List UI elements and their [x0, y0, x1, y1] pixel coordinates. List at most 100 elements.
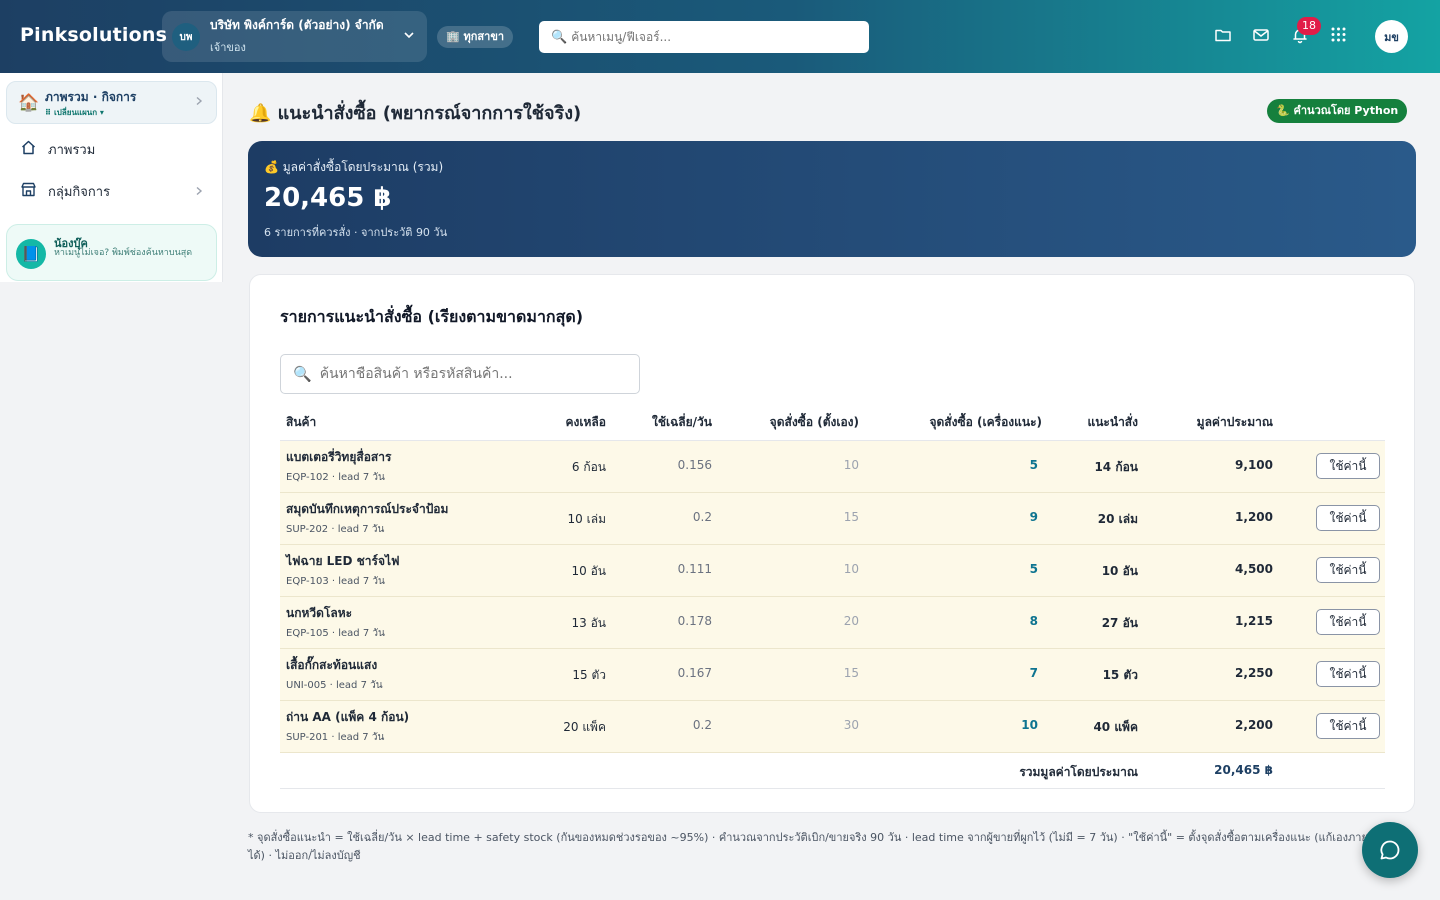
total-value: 20,465 ฿	[1214, 763, 1273, 777]
total-row: รวมมูลค่าโดยประมาณ 20,465 ฿	[280, 753, 1385, 789]
use-value-button[interactable]: ใช้ค่านี้	[1316, 661, 1380, 687]
table-title: รายการแนะนำสั่งซื้อ (เรียงตามขาดมากสุด)	[280, 307, 584, 326]
daily-usage-cell: 0.111	[677, 562, 712, 576]
notification-badge: 18	[1297, 17, 1321, 35]
use-value-button[interactable]: ใช้ค่านี้	[1316, 505, 1380, 531]
header-auto-reorder: จุดสั่งซื้อ (เครื่องแนะ)	[929, 415, 1042, 429]
suggested-qty-cell: 27 อัน	[1101, 616, 1138, 630]
sidebar-item-label: ภาพรวม	[48, 143, 96, 158]
table-row: สมุดบันทึกเหตุการณ์ประจำป้อม SUP-202 · le…	[280, 493, 1385, 545]
summary-card: 💰 มูลค่าสั่งซื้อโดยประมาณ (รวม) 20,465 ฿…	[248, 141, 1416, 257]
chat-icon	[1380, 840, 1400, 860]
product-sku: EQP-105 · lead 7 วัน	[286, 628, 385, 639]
global-search-input[interactable]	[571, 30, 862, 44]
folder-icon[interactable]	[1214, 26, 1232, 48]
total-label: รวมมูลค่าโดยประมาณ	[1019, 765, 1138, 779]
page-title: 🔔 แนะนำสั่งซื้อ (พยากรณ์จากการใช้จริง)	[249, 103, 582, 124]
stock-cell: 20 แพ็ค	[563, 720, 606, 734]
global-search[interactable]: 🔍	[539, 21, 869, 53]
company-switcher[interactable]: บพ บริษัท พิงค์การ์ด (ตัวอย่าง) จำกัด เจ…	[162, 11, 427, 62]
product-name: เสื้อกั๊กสะท้อนแสง	[286, 658, 378, 672]
suggested-qty-cell: 20 เล่ม	[1097, 512, 1138, 526]
header-product: สินค้า	[286, 415, 317, 429]
apps-grid-icon[interactable]	[1330, 26, 1347, 47]
department-switcher[interactable]: 🏠 ภาพรวม · กิจการ ⠿ เปลี่ยนแผนก ▾	[6, 81, 217, 124]
table-row: ถ่าน AA (แพ็ค 4 ก้อน) SUP-201 · lead 7 วั…	[280, 701, 1385, 753]
use-value-button[interactable]: ใช้ค่านี้	[1316, 609, 1380, 635]
brand-logo[interactable]: Pinksolutions	[20, 24, 167, 46]
manual-reorder-cell: 15	[843, 666, 859, 680]
auto-reorder-cell: 5	[1029, 458, 1038, 472]
product-search-input[interactable]	[319, 366, 620, 382]
product-sku: EQP-102 · lead 7 วัน	[286, 472, 385, 483]
suggested-qty-cell: 40 แพ็ค	[1093, 720, 1138, 734]
estimated-value-cell: 1,215	[1235, 614, 1273, 628]
product-name: สมุดบันทึกเหตุการณ์ประจำป้อม	[286, 502, 449, 516]
user-avatar[interactable]: มข	[1375, 20, 1408, 53]
product-sku: EQP-103 · lead 7 วัน	[286, 576, 385, 587]
table-row: นกหวีดโลหะ EQP-105 · lead 7 วัน 13 อัน 0.17…	[280, 597, 1385, 649]
search-icon: 🔍	[293, 365, 312, 383]
daily-usage-cell: 0.2	[692, 718, 712, 732]
house-icon: 🏠	[18, 93, 40, 113]
company-avatar: บพ	[172, 23, 200, 51]
company-name: บริษัท พิงค์การ์ด (ตัวอย่าง) จำกัด	[210, 18, 384, 32]
sidebar-item-label: กลุ่มกิจการ	[48, 185, 111, 200]
home-icon	[20, 139, 38, 160]
assistant-helper[interactable]: 📘 น้องบุ๊ค หาเมนูไม่เจอ? พิมพ์ช่องค้นหาบ…	[6, 224, 217, 281]
manual-reorder-cell: 30	[843, 718, 859, 732]
header-stock: คงเหลือ	[565, 415, 606, 429]
table-header: สินค้า คงเหลือ ใช้เฉลี่ย/วัน จุดสั่งซื้อ…	[280, 409, 1385, 441]
product-name: นกหวีดโลหะ	[286, 606, 353, 620]
product-name: ถ่าน AA (แพ็ค 4 ก้อน)	[286, 710, 410, 724]
daily-usage-cell: 0.156	[677, 458, 712, 472]
table-row: เสื้อกั๊กสะท้อนแสง UNI-005 · lead 7 วัน 15…	[280, 649, 1385, 701]
suggested-qty-cell: 15 ตัว	[1102, 668, 1138, 682]
summary-amount: 20,465 ฿	[264, 183, 392, 213]
product-search[interactable]: 🔍	[280, 354, 640, 394]
chat-button[interactable]	[1362, 822, 1418, 878]
auto-reorder-cell: 9	[1029, 510, 1038, 524]
header-manual-reorder: จุดสั่งซื้อ (ตั้งเอง)	[769, 415, 859, 429]
manual-reorder-cell: 15	[843, 510, 859, 524]
sidebar-item-overview[interactable]: ภาพรวม	[20, 139, 95, 160]
estimated-value-cell: 1,200	[1235, 510, 1273, 524]
estimated-value-cell: 4,500	[1235, 562, 1273, 576]
sidebar-item-business-group[interactable]: กลุ่มกิจการ	[20, 181, 203, 202]
use-value-button[interactable]: ใช้ค่านี้	[1316, 713, 1380, 739]
chevron-right-icon	[194, 95, 204, 109]
estimated-value-cell: 2,250	[1235, 666, 1273, 680]
stock-cell: 6 ก้อน	[571, 460, 606, 474]
stock-cell: 10 อัน	[571, 564, 607, 578]
branch-selector[interactable]: 🏢 ทุกสาขา	[437, 26, 514, 48]
stock-cell: 13 อัน	[571, 616, 607, 630]
table-row: ไฟฉาย LED ชาร์จไฟ EQP-103 · lead 7 วัน 10 …	[280, 545, 1385, 597]
daily-usage-cell: 0.167	[677, 666, 712, 680]
python-badge: 🐍 คำนวณโดย Python	[1267, 99, 1408, 123]
summary-label: 💰 มูลค่าสั่งซื้อโดยประมาณ (รวม)	[264, 160, 444, 174]
sidebar: 🏠 ภาพรวม · กิจการ ⠿ เปลี่ยนแผนก ▾ ภาพรวม…	[0, 73, 223, 282]
department-title: ภาพรวม · กิจการ	[45, 90, 137, 104]
daily-usage-cell: 0.178	[677, 614, 712, 628]
company-role: เจ้าของ	[210, 41, 246, 54]
department-change-label: ⠿ เปลี่ยนแผนก ▾	[45, 108, 104, 117]
auto-reorder-cell: 5	[1029, 562, 1038, 576]
table-row: แบตเตอรี่วิทยุสื่อสาร EQP-102 · lead 7 วั…	[280, 441, 1385, 493]
suggested-qty-cell: 14 ก้อน	[1094, 460, 1138, 474]
daily-usage-cell: 0.2	[692, 510, 712, 524]
use-value-button[interactable]: ใช้ค่านี้	[1316, 453, 1380, 479]
suggested-qty-cell: 10 อัน	[1101, 564, 1138, 578]
estimated-value-cell: 2,200	[1235, 718, 1273, 732]
estimated-value-cell: 9,100	[1235, 458, 1273, 472]
product-sku: UNI-005 · lead 7 วัน	[286, 680, 383, 691]
use-value-button[interactable]: ใช้ค่านี้	[1316, 557, 1380, 583]
mail-icon[interactable]	[1252, 26, 1270, 48]
stock-cell: 10 เล่ม	[567, 512, 606, 526]
top-bar: Pinksolutions บพ บริษัท พิงค์การ์ด (ตัวอ…	[0, 0, 1440, 73]
assistant-hint: หาเมนูไม่เจอ? พิมพ์ช่องค้นหาบนสุด	[54, 248, 193, 258]
product-name: แบตเตอรี่วิทยุสื่อสาร	[286, 450, 392, 464]
header-value: มูลค่าประมาณ	[1196, 415, 1273, 429]
book-icon: 📘	[16, 239, 46, 269]
product-name: ไฟฉาย LED ชาร์จไฟ	[286, 554, 400, 568]
recommendation-panel: รายการแนะนำสั่งซื้อ (เรียงตามขาดมากสุด) …	[249, 274, 1415, 813]
